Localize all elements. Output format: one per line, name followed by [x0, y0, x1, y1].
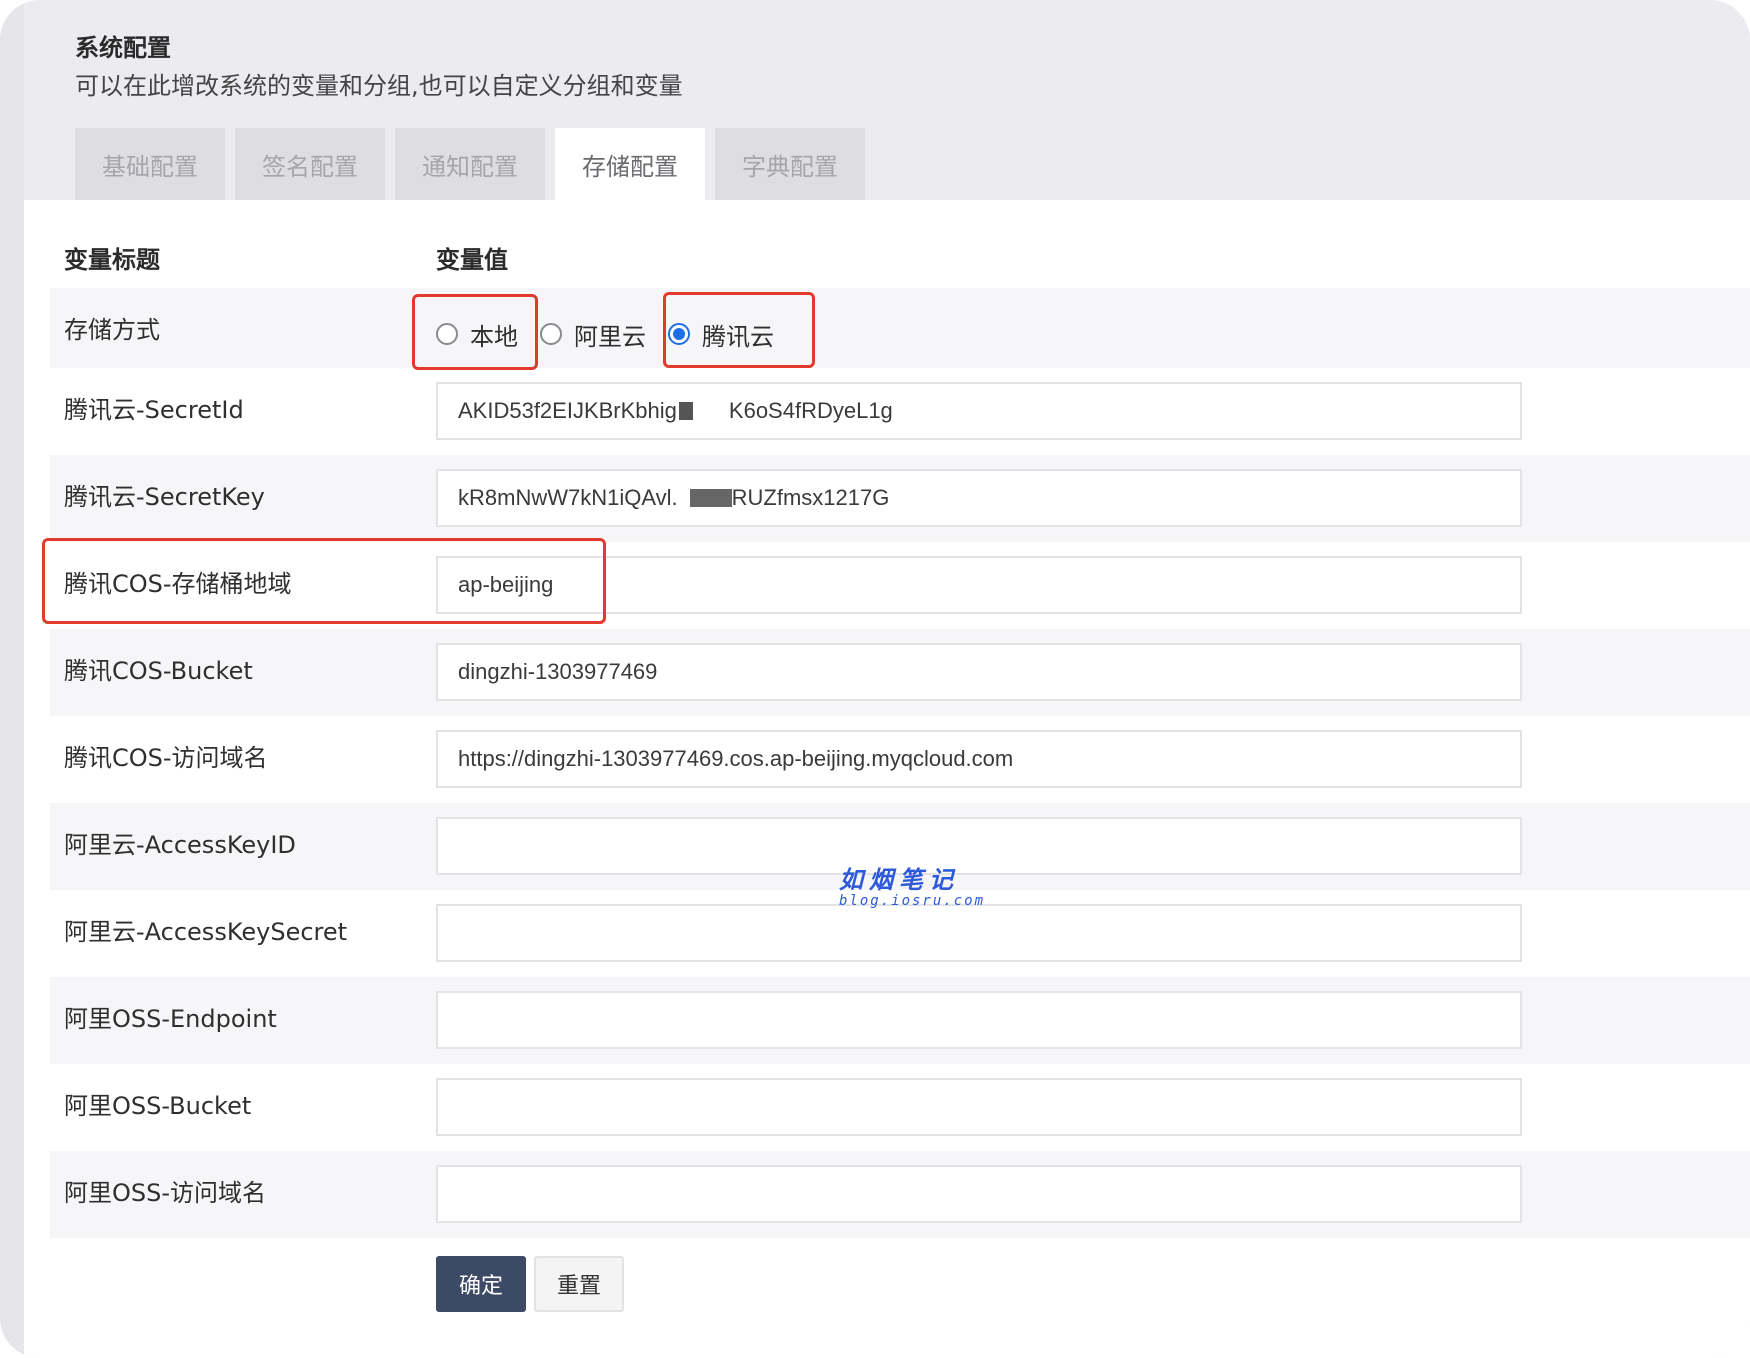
- input-value: ap-beijing: [458, 572, 554, 597]
- tab-storage[interactable]: 存储配置: [555, 128, 705, 200]
- input-value-tail: K6oS4fRDyeL1g: [728, 398, 893, 423]
- oss-endpoint-input[interactable]: [436, 991, 1522, 1049]
- row-label: 阿里云-AccessKeySecret: [64, 918, 348, 946]
- input-value: https://dingzhi-1303977469.cos.ap-beijin…: [458, 746, 1014, 771]
- radio-tencent[interactable]: 腾讯云: [668, 317, 774, 352]
- input-value: kR8mNwW7kN1iQAvl.: [458, 485, 678, 510]
- row-label: 腾讯云-SecretId: [64, 396, 244, 424]
- tab-bar: 基础配置 签名配置 通知配置 存储配置 字典配置: [75, 128, 865, 200]
- watermark: 如烟笔记 blog.iosru.com: [839, 860, 985, 909]
- row-label: 阿里OSS-访问域名: [64, 1179, 267, 1207]
- page-subtitle: 可以在此增改系统的变量和分组,也可以自定义分组和变量: [75, 72, 683, 100]
- radio-circle-icon: [436, 323, 458, 345]
- redaction-mask: [678, 402, 693, 420]
- input-value: AKID53f2EIJKBrKbhig: [458, 398, 677, 423]
- radio-local[interactable]: 本地: [436, 317, 518, 352]
- oss-domain-input[interactable]: [436, 1165, 1522, 1223]
- input-value-tail: RUZfmsx1217G: [731, 485, 890, 510]
- row-label: 阿里云-AccessKeyID: [64, 831, 296, 859]
- watermark-cn: 如烟笔记: [839, 865, 959, 894]
- left-edge: [0, 0, 24, 1358]
- table-row: 阿里OSS-访问域名: [50, 1151, 1750, 1238]
- aliyun-access-key-secret-input[interactable]: [436, 904, 1522, 962]
- radio-label: 本地: [470, 322, 518, 351]
- storage-radio-group: 本地 阿里云 腾讯云: [436, 308, 796, 360]
- radio-checked-icon: [668, 323, 690, 345]
- cos-region-input[interactable]: ap-beijing: [436, 556, 1522, 614]
- radio-circle-icon: [540, 323, 562, 345]
- row-label: 阿里OSS-Endpoint: [64, 1005, 277, 1033]
- table-row: 阿里OSS-Endpoint: [50, 977, 1750, 1064]
- radio-label: 腾讯云: [702, 322, 774, 351]
- redaction-mask: [689, 489, 732, 507]
- radio-aliyun[interactable]: 阿里云: [540, 317, 646, 352]
- watermark-en: blog.iosru.com: [839, 893, 986, 909]
- oss-bucket-input[interactable]: [436, 1078, 1522, 1136]
- tab-signature[interactable]: 签名配置: [235, 128, 385, 200]
- tab-notification[interactable]: 通知配置: [395, 128, 545, 200]
- row-label: 阿里OSS-Bucket: [64, 1092, 252, 1120]
- config-table: 变量标题 变量值 存储方式 本地 阿里云 腾讯云 腾讯云-SecretId AK…: [24, 200, 1750, 1358]
- secret-key-input[interactable]: kR8mNwW7kN1iQAvl. RUZfmsx1217G: [436, 469, 1522, 527]
- page-title: 系统配置: [75, 34, 171, 62]
- column-value: 变量值: [436, 246, 508, 274]
- table-row: 存储方式 本地 阿里云 腾讯云: [50, 288, 1750, 368]
- table-row: 腾讯COS-Bucket dingzhi-1303977469: [50, 629, 1750, 716]
- table-row: 腾讯COS-访问域名 https://dingzhi-1303977469.co…: [50, 716, 1750, 803]
- row-label: 腾讯COS-Bucket: [64, 657, 253, 685]
- input-value: dingzhi-1303977469: [458, 659, 658, 684]
- page-header: 系统配置 可以在此增改系统的变量和分组,也可以自定义分组和变量 基础配置 签名配…: [24, 0, 1750, 200]
- row-label: 腾讯COS-存储桶地域: [64, 570, 292, 598]
- form-actions: 确定 重置: [436, 1256, 624, 1312]
- config-panel: 系统配置 可以在此增改系统的变量和分组,也可以自定义分组和变量 基础配置 签名配…: [0, 0, 1750, 1358]
- tab-basic[interactable]: 基础配置: [75, 128, 225, 200]
- table-row: 阿里OSS-Bucket: [50, 1064, 1750, 1151]
- table-row: 腾讯云-SecretKey kR8mNwW7kN1iQAvl. RUZfmsx1…: [50, 455, 1750, 542]
- table-row: 腾讯云-SecretId AKID53f2EIJKBrKbhig K6oS4fR…: [50, 368, 1750, 455]
- reset-button[interactable]: 重置: [534, 1256, 624, 1312]
- cos-domain-input[interactable]: https://dingzhi-1303977469.cos.ap-beijin…: [436, 730, 1522, 788]
- cos-bucket-input[interactable]: dingzhi-1303977469: [436, 643, 1522, 701]
- radio-label: 阿里云: [574, 322, 646, 351]
- secret-id-input[interactable]: AKID53f2EIJKBrKbhig K6oS4fRDyeL1g: [436, 382, 1522, 440]
- canvas: 系统配置 可以在此增改系统的变量和分组,也可以自定义分组和变量 基础配置 签名配…: [0, 0, 1750, 1358]
- row-label: 腾讯云-SecretKey: [64, 483, 265, 511]
- table-row: 腾讯COS-存储桶地域 ap-beijing: [50, 542, 1750, 629]
- tab-dictionary[interactable]: 字典配置: [715, 128, 865, 200]
- confirm-button[interactable]: 确定: [436, 1256, 526, 1312]
- row-label: 腾讯COS-访问域名: [64, 744, 268, 772]
- column-title: 变量标题: [64, 246, 160, 274]
- row-label: 存储方式: [64, 316, 160, 344]
- table-body: 存储方式 本地 阿里云 腾讯云 腾讯云-SecretId AKID53f2EIJ…: [50, 288, 1750, 1238]
